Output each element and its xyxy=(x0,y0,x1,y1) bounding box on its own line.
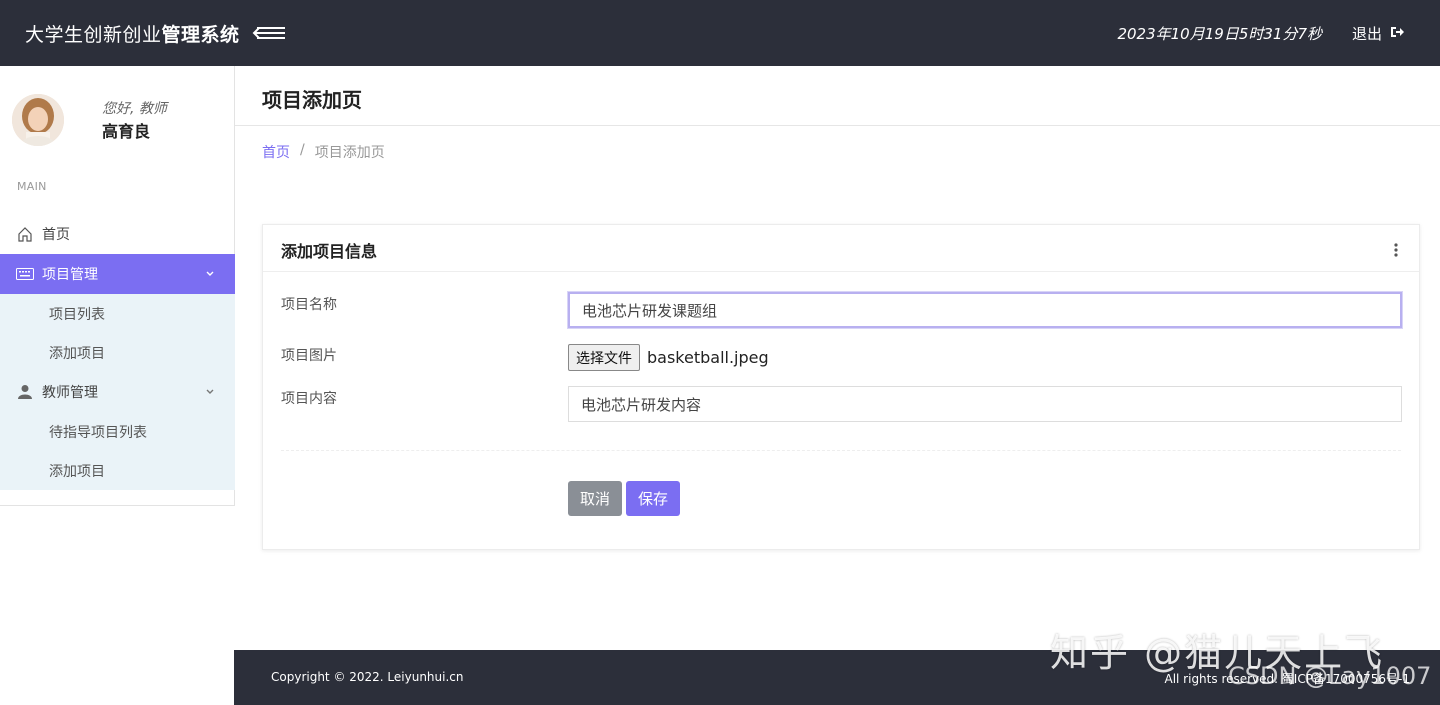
sidebar-item-label: 项目管理 xyxy=(42,267,98,283)
top-navbar: 大学生创新创业管理系统 2023年10月19日5时31分7秒 退出 xyxy=(0,0,1440,66)
submenu-teacher-management: 待指导项目列表 添加项目 xyxy=(0,412,235,490)
csdn-watermark: CSDN @Lay1007 xyxy=(1228,662,1432,690)
card-title: 添加项目信息 xyxy=(281,242,378,261)
sidebar-item-label: 教师管理 xyxy=(42,385,98,401)
home-icon xyxy=(16,225,34,243)
add-project-card: 添加项目信息 项目名称 项目图片 选择文件 basketball.jpeg 项目… xyxy=(262,224,1420,550)
project-name-label: 项目名称 xyxy=(281,297,337,313)
sidebar-section-label: MAIN xyxy=(17,180,47,193)
app-brand[interactable]: 大学生创新创业管理系统 xyxy=(25,20,240,47)
avatar[interactable] xyxy=(12,94,64,146)
current-datetime: 2023年10月19日5时31分7秒 xyxy=(1117,25,1322,43)
chevron-down-icon xyxy=(205,385,215,395)
sidebar-item-home[interactable]: 首页 xyxy=(0,214,235,254)
project-name-input[interactable] xyxy=(568,292,1402,328)
choose-file-button[interactable]: 选择文件 xyxy=(568,344,640,371)
submenu-project-management: 项目列表 添加项目 xyxy=(0,294,235,372)
footer-copyright: Copyright © 2022. Leiyunhui.cn xyxy=(271,670,464,684)
form-divider xyxy=(281,450,1401,451)
page-title: 项目添加页 xyxy=(262,88,362,112)
brand-prefix: 大学生创新创业 xyxy=(25,24,162,46)
chevron-down-icon xyxy=(205,267,215,277)
keyboard-icon xyxy=(16,265,34,283)
breadcrumb-home-link[interactable]: 首页 xyxy=(262,142,290,162)
sidebar-item-project-management[interactable]: 项目管理 xyxy=(0,254,235,294)
sign-out-icon xyxy=(1390,25,1404,43)
sidebar-nav: 首页 项目管理 项目列表 添加项目 教师管理 待指导项目列表 添加项目 xyxy=(0,214,235,490)
page-header: 项目添加页 xyxy=(235,66,1440,126)
user-profile: 您好, 教师 高育良 xyxy=(0,66,235,176)
brand-strong: 管理系统 xyxy=(161,24,240,46)
sidebar-subitem-pending-projects[interactable]: 待指导项目列表 xyxy=(0,412,235,451)
more-options-icon[interactable] xyxy=(1393,242,1399,258)
user-name: 高育良 xyxy=(102,122,151,141)
project-content-input[interactable] xyxy=(568,386,1402,422)
card-header: 添加项目信息 xyxy=(263,225,1419,272)
menu-toggle-icon[interactable] xyxy=(251,22,287,44)
sidebar-subitem-add-project[interactable]: 添加项目 xyxy=(0,333,235,372)
sidebar-subitem-add-project-2[interactable]: 添加项目 xyxy=(0,451,235,490)
sidebar-subitem-project-list[interactable]: 项目列表 xyxy=(0,294,235,333)
breadcrumb-separator: / xyxy=(300,142,305,158)
sidebar: 您好, 教师 高育良 MAIN 首页 项目管理 项目列表 添加项目 教师管理 待… xyxy=(0,66,235,506)
sidebar-item-label: 首页 xyxy=(42,227,70,243)
breadcrumb-current: 项目添加页 xyxy=(314,145,385,161)
save-button[interactable]: 保存 xyxy=(626,481,680,516)
sidebar-item-teacher-management[interactable]: 教师管理 xyxy=(0,372,235,412)
breadcrumb: 首页 / 项目添加页 xyxy=(262,142,385,162)
project-image-label: 项目图片 xyxy=(281,348,337,364)
greeting-text: 您好, 教师 xyxy=(102,101,167,117)
project-content-label: 项目内容 xyxy=(281,391,337,407)
cancel-button[interactable]: 取消 xyxy=(568,481,622,516)
user-icon xyxy=(16,383,34,401)
selected-file-name: basketball.jpeg xyxy=(647,348,769,367)
logout-button[interactable]: 退出 xyxy=(1352,23,1404,44)
logout-label: 退出 xyxy=(1351,25,1382,43)
